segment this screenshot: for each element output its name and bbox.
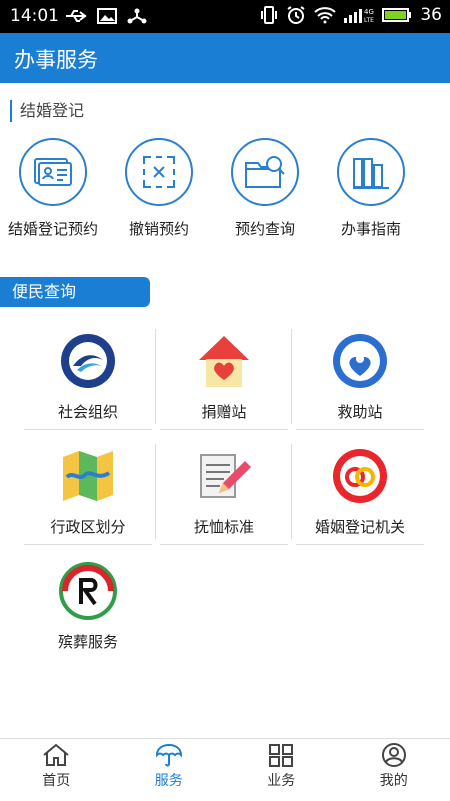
tab-label: 业务 [267,770,295,790]
convenience-grid: 社会组织 捐赠站 救助站 [20,323,430,668]
grid-item-label: 救助站 [337,401,382,422]
tab-label: 服务 [155,770,183,790]
id-card-icon [33,156,73,188]
cancel-box-icon [141,154,177,190]
status-time: 14:01 [10,6,59,26]
marriage-services-row: 结婚登记预约 撤销预约 预约查询 [0,138,450,239]
tab-home[interactable]: 首页 [0,739,113,801]
map-icon [59,447,117,505]
service-guide[interactable]: 办事指南 [318,138,424,239]
service-icon-circle [337,138,405,206]
grid-item-aid-station[interactable]: 救助站 [292,323,428,438]
service-label: 预约查询 [235,218,295,239]
grid-icon [268,743,294,767]
service-appointment-query[interactable]: 预约查询 [212,138,318,239]
tab-label: 我的 [380,770,408,790]
tab-label: 首页 [42,770,70,790]
wifi-icon [314,6,336,24]
bottom-tab-bar: 首页 服务 业务 我的 [0,738,450,801]
home-icon [42,743,70,767]
svg-text:LTE: LTE [364,17,374,24]
grid-item-label: 殡葬服务 [58,631,118,652]
grid-item-marriage-registry[interactable]: 婚姻登记机关 [292,438,428,553]
books-icon [351,155,391,189]
status-bar: 14:01 4GLTE 36 [0,0,450,33]
app-bar: 办事服务 [0,33,450,83]
grid-item-social-organization[interactable]: 社会组织 [20,323,156,438]
usb-icon [65,8,87,24]
grid-item-funeral-service[interactable]: 殡葬服务 [20,553,156,668]
signal-icon: 4GLTE [344,6,374,24]
service-icon-circle [19,138,87,206]
page-title: 办事服务 [14,44,98,74]
grid-item-label: 抚恤标准 [194,516,254,537]
svg-text:4G: 4G [364,8,374,16]
share-icon [127,8,147,24]
marriage-registry-logo-icon [331,447,389,505]
service-label: 撤销预约 [129,218,189,239]
service-icon-circle [125,138,193,206]
grid-item-label: 社会组织 [58,401,118,422]
service-cancel-appointment[interactable]: 撤销预约 [106,138,212,239]
grid-item-label: 行政区划分 [50,516,125,537]
user-icon [380,743,408,767]
section-convenience-title: 便民查询 [0,277,150,307]
house-heart-icon [195,332,253,390]
folder-search-icon [244,155,286,189]
grid-item-donation-station[interactable]: 捐赠站 [156,323,292,438]
service-marriage-appointment[interactable]: 结婚登记预约 [0,138,106,239]
grid-item-administrative-division[interactable]: 行政区划分 [20,438,156,553]
service-label: 办事指南 [341,218,401,239]
battery-percent: 36 [420,5,442,25]
section-marriage-title: 结婚登记 [10,100,84,122]
grid-item-pension-standard[interactable]: 抚恤标准 [156,438,292,553]
grid-item-label: 捐赠站 [201,401,246,422]
service-icon-circle [231,138,299,206]
tab-services[interactable]: 服务 [113,739,226,801]
image-icon [97,8,117,24]
umbrella-icon [155,743,183,767]
alarm-icon [286,5,306,25]
document-pencil-icon [195,447,253,505]
social-organization-logo-icon [59,332,117,390]
vibrate-icon [260,5,278,25]
aid-station-logo-icon [331,332,389,390]
battery-icon [382,7,412,23]
grid-item-label: 婚姻登记机关 [315,516,405,537]
service-label: 结婚登记预约 [8,218,98,239]
tab-profile[interactable]: 我的 [338,739,450,801]
tab-business[interactable]: 业务 [225,739,338,801]
funeral-service-logo-icon [59,562,117,620]
